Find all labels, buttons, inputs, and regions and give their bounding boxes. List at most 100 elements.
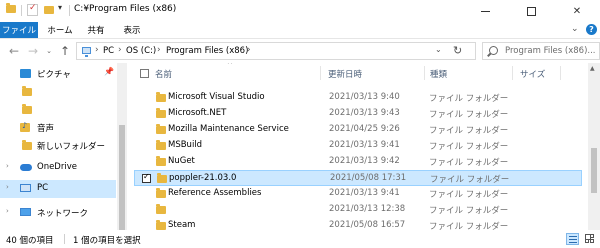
tab-view[interactable]: 表示 bbox=[118, 22, 146, 38]
nav-item-network[interactable]: › ネットワーク bbox=[0, 204, 116, 222]
file-date: 2021/03/13 9:41 bbox=[329, 188, 400, 198]
title-bar: ▾ C:¥Program Files (x86) ✕ bbox=[0, 0, 600, 22]
column-header-type[interactable]: 種類 bbox=[430, 66, 447, 82]
file-name: Microsoft Visual Studio bbox=[168, 92, 265, 102]
column-header-size[interactable]: サイズ bbox=[520, 66, 545, 82]
table-row[interactable]: Microsoft Visual Studio 2021/03/13 9:40 … bbox=[134, 90, 582, 106]
large-icons-view-icon[interactable] bbox=[584, 233, 596, 245]
new-folder-icon[interactable] bbox=[44, 6, 54, 14]
nav-item-label: PC bbox=[37, 183, 49, 193]
file-type: ファイル フォルダー bbox=[429, 190, 509, 200]
table-row[interactable]: 2021/03/13 12:38 ファイル フォルダー bbox=[134, 202, 582, 218]
file-type: ファイル フォルダー bbox=[429, 158, 509, 168]
column-divider[interactable] bbox=[424, 66, 425, 80]
refresh-icon[interactable]: ↻ bbox=[453, 44, 462, 57]
breadcrumb-pc[interactable]: PC bbox=[103, 46, 114, 56]
tab-file[interactable]: ファイル bbox=[0, 22, 38, 38]
search-box[interactable] bbox=[482, 42, 600, 60]
folder-icon bbox=[156, 156, 166, 166]
maximize-button[interactable] bbox=[508, 0, 554, 22]
chevron-right-icon[interactable]: › bbox=[157, 45, 161, 55]
scroll-up-icon[interactable]: ▲ bbox=[590, 65, 595, 72]
column-header-size-label: サイズ bbox=[520, 70, 546, 80]
network-icon bbox=[20, 208, 31, 216]
status-bar: 40 個の項目 1 個の項目を選択 bbox=[0, 230, 600, 248]
column-divider[interactable] bbox=[512, 66, 513, 80]
nav-item-label: 音声 bbox=[37, 124, 55, 134]
file-type: ファイル フォルダー bbox=[429, 126, 509, 136]
table-row[interactable]: NuGet 2021/03/13 9:42 ファイル フォルダー bbox=[134, 154, 582, 170]
column-divider[interactable] bbox=[320, 66, 321, 80]
quick-access-divider-2 bbox=[69, 5, 70, 16]
music-folder-icon bbox=[20, 121, 30, 132]
file-date: 2021/04/25 9:26 bbox=[329, 124, 400, 134]
pin-icon[interactable]: 📌 bbox=[104, 67, 114, 76]
search-input[interactable] bbox=[505, 45, 600, 57]
expand-chevron-icon[interactable]: › bbox=[6, 207, 9, 215]
file-list-scrollbar[interactable]: ▲ bbox=[588, 63, 600, 230]
nav-item-pictures[interactable]: ピクチャ 📌 bbox=[0, 65, 116, 83]
close-button[interactable]: ✕ bbox=[554, 0, 600, 22]
table-row[interactable]: Mozilla Maintenance Service 2021/04/25 9… bbox=[134, 122, 582, 138]
expand-chevron-icon[interactable]: › bbox=[6, 162, 9, 170]
chevron-right-icon[interactable]: › bbox=[95, 45, 99, 55]
properties-check-icon[interactable] bbox=[27, 3, 38, 16]
tab-home[interactable]: ホーム bbox=[46, 22, 74, 38]
address-box[interactable]: › PC › OS (C:) › Program Files (x86) › ⌄… bbox=[76, 42, 476, 60]
address-bar-row: ← → ⌄ ↑ › PC › OS (C:) › Program Files (… bbox=[0, 39, 600, 63]
nav-item-label: ネットワーク bbox=[37, 209, 89, 219]
nav-item-folder[interactable] bbox=[0, 83, 116, 101]
folder-icon bbox=[22, 86, 32, 96]
quick-access-dropdown-icon[interactable]: ▾ bbox=[58, 3, 62, 12]
file-name: Mozilla Maintenance Service bbox=[168, 124, 289, 134]
nav-item-onedrive[interactable]: › OneDrive bbox=[0, 159, 116, 177]
minimize-icon bbox=[480, 10, 490, 12]
file-list-scroll-thumb[interactable] bbox=[591, 148, 597, 193]
item-count: 40 個の項目 bbox=[6, 236, 54, 246]
select-all-checkbox[interactable] bbox=[140, 69, 149, 78]
details-view-icon[interactable] bbox=[566, 233, 579, 245]
file-type: ファイル フォルダー bbox=[429, 94, 509, 104]
folder-icon bbox=[22, 140, 32, 150]
expand-ribbon-icon[interactable]: ⌄ bbox=[571, 24, 579, 34]
nav-scrollbar[interactable] bbox=[117, 63, 127, 230]
breadcrumb-folder[interactable]: Program Files (x86) bbox=[166, 46, 248, 56]
nav-item-pc[interactable]: › PC bbox=[0, 180, 116, 198]
address-dropdown-icon[interactable]: ⌄ bbox=[435, 45, 442, 54]
nav-item-folder[interactable] bbox=[0, 101, 116, 119]
table-row-selected[interactable]: poppler-21.03.0 2021/05/08 17:31 ファイル フォ… bbox=[134, 170, 582, 186]
chevron-right-icon[interactable]: › bbox=[118, 45, 122, 55]
nav-item-new-folder[interactable]: 新しいフォルダー bbox=[0, 137, 116, 155]
nav-item-label: 新しいフォルダー bbox=[37, 142, 106, 152]
nav-item-audio[interactable]: 音声 bbox=[0, 119, 116, 137]
table-row[interactable]: Microsoft.NET 2021/03/13 9:43 ファイル フォルダー bbox=[134, 106, 582, 122]
column-header-date[interactable]: 更新日時 bbox=[328, 66, 362, 82]
folder-icon bbox=[156, 220, 166, 230]
column-header-name[interactable]: 名前 bbox=[155, 66, 172, 82]
help-icon[interactable]: ? bbox=[586, 24, 597, 35]
file-name: MSBuild bbox=[168, 140, 203, 150]
folder-icon bbox=[6, 3, 16, 13]
chevron-right-icon[interactable]: › bbox=[247, 45, 251, 55]
minimize-button[interactable] bbox=[462, 0, 508, 22]
forward-button[interactable]: → bbox=[25, 43, 41, 59]
recent-locations-icon[interactable]: ⌄ bbox=[44, 43, 54, 59]
table-row[interactable]: MSBuild 2021/03/13 9:41 ファイル フォルダー bbox=[134, 138, 582, 154]
row-checkbox[interactable] bbox=[142, 172, 151, 183]
nav-item-label: ピクチャ bbox=[37, 70, 71, 80]
table-row[interactable]: Reference Assemblies 2021/03/13 9:41 ファイ… bbox=[134, 186, 582, 202]
file-date: 2021/03/13 9:42 bbox=[329, 156, 400, 166]
tab-share[interactable]: 共有 bbox=[82, 22, 110, 38]
file-type: ファイル フォルダー bbox=[429, 142, 509, 152]
up-button[interactable]: ↑ bbox=[58, 43, 72, 59]
breadcrumb-drive[interactable]: OS (C:) bbox=[126, 46, 156, 56]
sort-ascending-icon: ^ bbox=[227, 63, 233, 69]
file-type: ファイル フォルダー bbox=[429, 110, 509, 120]
file-name: Reference Assemblies bbox=[168, 188, 262, 198]
folder-icon bbox=[156, 124, 166, 134]
back-button[interactable]: ← bbox=[6, 43, 22, 59]
table-row[interactable]: Steam 2021/05/08 16:57 ファイル フォルダー bbox=[134, 218, 582, 230]
nav-scroll-thumb[interactable] bbox=[119, 125, 125, 230]
column-divider[interactable] bbox=[560, 66, 561, 80]
expand-chevron-icon[interactable]: › bbox=[6, 183, 9, 191]
